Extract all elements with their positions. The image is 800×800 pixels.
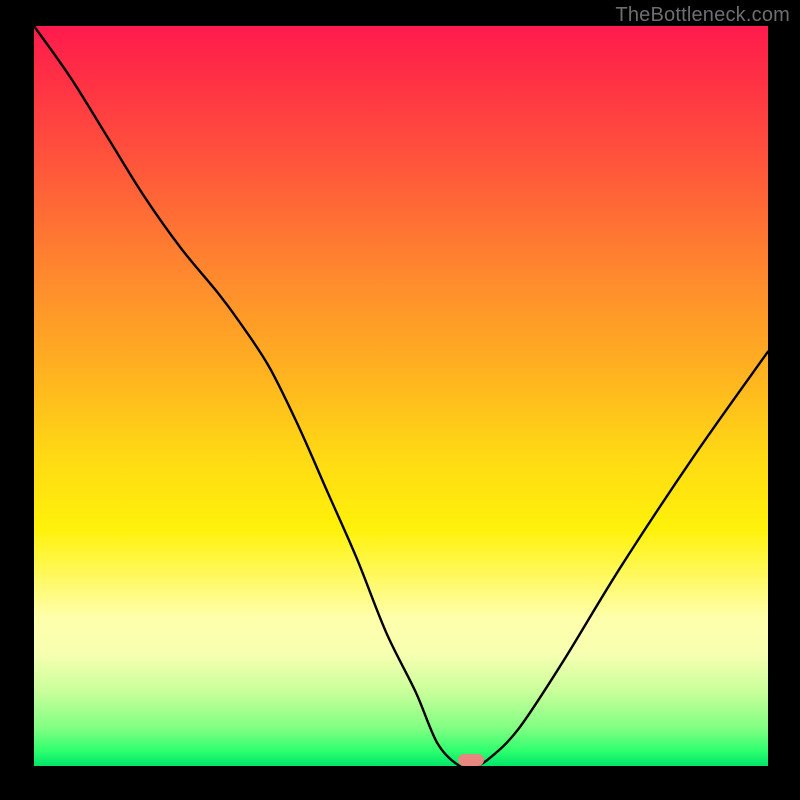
watermark-text: TheBottleneck.com bbox=[615, 4, 790, 27]
bottleneck-curve bbox=[34, 26, 768, 766]
chart-frame: TheBottleneck.com bbox=[0, 0, 800, 800]
optimal-marker bbox=[458, 754, 484, 766]
plot-area bbox=[34, 26, 768, 766]
curve-path bbox=[34, 26, 768, 766]
